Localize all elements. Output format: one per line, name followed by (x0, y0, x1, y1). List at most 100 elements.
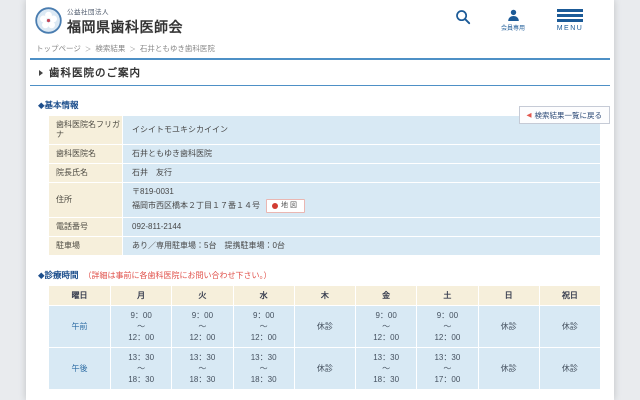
back-to-results-button[interactable]: ◀ 検索結果一覧に戻る (518, 106, 610, 124)
day-column-header: 土 (416, 285, 479, 306)
table-row: 電話番号 092-811-2144 (48, 217, 601, 237)
period-label: 午後 (48, 347, 111, 390)
open-time: 13：30 (189, 353, 216, 362)
row-value: 092-811-2144 (122, 217, 601, 237)
map-button[interactable]: 地図 (266, 199, 305, 213)
time-tilde: ～ (137, 364, 146, 373)
org-name: 福岡県歯科医師会 (67, 19, 183, 35)
closed-label: 休診 (500, 364, 517, 373)
page-card: 公益社団法人 福岡県歯科医師会 会員専用 MENU トップページ ＞ 検索結果 … (26, 0, 614, 400)
schedule-cell: 休診 (477, 305, 540, 348)
time-tilde: ～ (382, 322, 391, 331)
time-tilde: ～ (198, 322, 207, 331)
open-time: 9：00 (375, 311, 397, 320)
row-label: 歯科医院名フリガナ (48, 115, 123, 145)
basic-info-heading-label: ◆基本情報 (38, 100, 79, 110)
schedule-cell: 9：00 ～ 12：00 (109, 305, 173, 348)
schedule-cell: 休診 (538, 305, 602, 348)
back-button-label: 検索結果一覧に戻る (534, 110, 603, 120)
map-button-label: 地図 (281, 202, 299, 209)
close-time: 17：00 (434, 375, 461, 384)
day-column-header: 祝日 (538, 285, 602, 306)
member-area-button[interactable]: 会員専用 (493, 9, 533, 32)
row-value: 〒819-0031 福岡市西区橋本２丁目１７番１４号 地図 (122, 182, 601, 218)
row-value: 石井 友行 (122, 163, 601, 183)
member-area-label: 会員専用 (500, 26, 525, 32)
open-time: 13：30 (250, 353, 277, 362)
menu-button[interactable]: MENU (553, 9, 587, 32)
schedule-cell: 休診 (293, 305, 357, 348)
row-label: 電話番号 (48, 217, 123, 237)
address-text: 福岡市西区橋本２丁目１７番１４号 (132, 201, 260, 210)
hours-heading: ◆診療時間 （詳細は事前に各歯科医院にお問い合わせ下さい。） (38, 269, 614, 281)
row-value: あり／専用駐車場：5台 提携駐車場：0台 (122, 236, 601, 256)
open-time: 9：00 (436, 311, 459, 320)
open-time: 9：00 (252, 311, 275, 320)
close-time: 18：30 (189, 375, 216, 384)
row-value: 石井ともゆき歯科医院 (122, 144, 601, 164)
schedule-cell: 13：30 ～ 18：30 (232, 347, 295, 390)
close-time: 12：00 (434, 333, 461, 342)
table-row: 住所 〒819-0031 福岡市西区橋本２丁目１７番１４号 地図 (48, 182, 601, 218)
table-row: 駐車場 あり／専用駐車場：5台 提携駐車場：0台 (48, 236, 601, 256)
hamburger-icon (553, 9, 587, 22)
schedule-cell: 休診 (538, 347, 602, 390)
postal-code-line: 〒819-0031 (132, 187, 174, 196)
breadcrumb-separator: ＞ (84, 46, 92, 53)
breadcrumb: トップページ＞検索結果＞石井ともゆき歯科医院 (36, 43, 614, 54)
page-title-bar: 歯科医院のご案内 (30, 58, 610, 86)
breadcrumb-item[interactable]: トップページ (36, 44, 81, 53)
menu-label: MENU (556, 24, 584, 32)
close-time: 18：30 (128, 375, 155, 384)
closed-label: 休診 (561, 322, 578, 331)
day-column-header: 木 (293, 285, 357, 306)
period-label: 午前 (48, 305, 111, 348)
time-tilde: ～ (259, 364, 268, 373)
day-column-header: 曜日 (48, 285, 111, 306)
open-time: 13：30 (128, 353, 155, 362)
org-type-label: 公益社団法人 (67, 9, 109, 16)
schedule-cell: 13：30 ～ 18：30 (109, 347, 173, 390)
close-time: 12：00 (128, 333, 155, 342)
basic-info-table: 歯科医院名フリガナ イシイトモユキシカイイン 歯科医院名 石井ともゆき歯科医院 院長氏名… (48, 115, 601, 256)
time-tilde: ～ (382, 364, 391, 373)
open-time: 13：30 (434, 353, 461, 362)
time-tilde: ～ (259, 322, 268, 331)
map-pin-icon (272, 203, 278, 209)
day-column-header: 水 (232, 285, 295, 306)
schedule-row: 午後 13：30 ～ 18：30 13：30 ～ 18：30 13：30 ～ 18：30 休診 13：… (48, 347, 602, 390)
schedule-cell: 休診 (293, 347, 357, 390)
association-logo-icon (35, 7, 62, 34)
schedule-cell: 9：00 ～ 12：00 (354, 305, 418, 348)
table-row: 歯科医院名 石井ともゆき歯科医院 (48, 144, 601, 164)
open-time: 9：00 (130, 311, 152, 320)
close-time: 18：30 (250, 375, 277, 384)
breadcrumb-item[interactable]: 検索結果 (95, 44, 125, 53)
day-column-header: 月 (109, 285, 173, 306)
schedule-row: 午前 9：00 ～ 12：00 9：00 ～ 12：00 9：00 ～ 12：00 休診 9：00 ～ 1… (48, 305, 602, 348)
breadcrumb-separator: ＞ (129, 46, 136, 53)
row-label: 院長氏名 (48, 163, 123, 183)
time-tilde: ～ (443, 322, 452, 331)
org-title-block: 公益社団法人 福岡県歯科医師会 (67, 6, 183, 37)
closed-label: 休診 (316, 322, 333, 331)
row-label: 駐車場 (48, 236, 123, 256)
row-label: 住所 (48, 182, 123, 218)
time-tilde: ～ (198, 364, 207, 373)
title-arrow-icon (39, 69, 43, 76)
page-title: 歯科医院のご案内 (49, 67, 141, 79)
closed-label: 休診 (316, 364, 333, 373)
address-line: 福岡市西区橋本２丁目１７番１４号 地図 (132, 199, 594, 213)
closed-label: 休診 (561, 364, 578, 373)
close-time: 12：00 (250, 333, 277, 342)
hours-heading-label: ◆診療時間 (38, 270, 79, 280)
search-button[interactable] (455, 9, 473, 25)
site-header: 公益社団法人 福岡県歯科医師会 会員専用 MENU (26, 0, 614, 36)
breadcrumb-item: 石井ともゆき歯科医院 (139, 44, 215, 53)
day-column-header: 日 (477, 285, 540, 306)
schedule-cell: 9：00 ～ 12：00 (232, 305, 295, 348)
closed-label: 休診 (500, 322, 517, 331)
schedule-cell: 9：00 ～ 12：00 (416, 305, 479, 348)
open-time: 13：30 (373, 353, 400, 362)
time-tilde: ～ (137, 322, 146, 331)
